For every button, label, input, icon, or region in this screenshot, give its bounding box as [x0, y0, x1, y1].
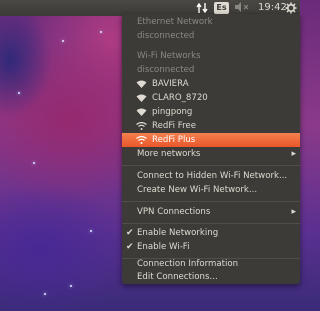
wifi-network-item[interactable]: pingpong	[122, 105, 300, 119]
connection-information-item[interactable]: Connection Information	[122, 257, 300, 271]
star	[90, 230, 92, 232]
wifi-network-label: RedFi Free	[152, 121, 196, 131]
enable-wifi-item[interactable]: ✔ Enable Wi-Fi	[122, 240, 300, 254]
checkmark-icon: ✔	[126, 228, 134, 238]
wifi-network-item[interactable]: RedFi Free	[122, 119, 300, 133]
wifi-header: Wi-Fi Networks	[122, 49, 300, 63]
wifi-network-label: pingpong	[152, 107, 193, 117]
wifi-signal-icon	[136, 136, 147, 144]
enable-wifi-label: Enable Wi-Fi	[137, 242, 190, 252]
star	[33, 162, 35, 164]
menu-separator	[122, 223, 300, 224]
more-networks-item[interactable]: More networks ▸	[122, 147, 300, 161]
edit-connections-label: Edit Connections...	[137, 272, 218, 282]
wifi-network-label: BAVIERA	[152, 79, 189, 89]
enable-networking-label: Enable Networking	[137, 228, 219, 238]
star	[18, 92, 20, 94]
wifi-network-item[interactable]: BAVIERA	[122, 77, 300, 91]
clock[interactable]: 19:42	[258, 1, 287, 15]
connect-hidden-label: Connect to Hidden Wi-Fi Network...	[137, 171, 288, 181]
edit-connections-item[interactable]: Edit Connections...	[122, 270, 300, 284]
wifi-signal-icon	[136, 108, 147, 116]
star	[62, 40, 64, 42]
ethernet-status-label: disconnected	[137, 31, 195, 41]
wifi-signal-icon	[136, 122, 147, 130]
network-menu: Ethernet Network disconnected Wi-Fi Netw…	[122, 14, 300, 284]
star	[44, 293, 46, 295]
ethernet-header-label: Ethernet Network	[137, 17, 213, 27]
wifi-network-item[interactable]: CLARO_8720	[122, 91, 300, 105]
more-networks-label: More networks	[137, 149, 201, 159]
wifi-network-item-active[interactable]: RedFi Plus	[122, 133, 300, 147]
vpn-connections-label: VPN Connections	[137, 207, 211, 217]
wifi-signal-icon	[136, 80, 147, 88]
wifi-status-label: disconnected	[137, 65, 195, 75]
network-arrows-icon[interactable]	[195, 1, 209, 15]
wifi-signal-icon	[136, 94, 147, 102]
connect-hidden-network-item[interactable]: Connect to Hidden Wi-Fi Network...	[122, 169, 300, 183]
create-new-network-item[interactable]: Create New Wi-Fi Network...	[122, 183, 300, 197]
star	[100, 31, 102, 33]
wifi-header-label: Wi-Fi Networks	[137, 51, 201, 61]
create-new-label: Create New Wi-Fi Network...	[137, 185, 258, 195]
wifi-status: disconnected	[122, 63, 300, 77]
wifi-network-label: RedFi Plus	[152, 135, 196, 145]
enable-networking-item[interactable]: ✔ Enable Networking	[122, 226, 300, 240]
chevron-right-icon: ▸	[291, 149, 296, 159]
checkmark-icon: ✔	[126, 242, 134, 252]
keyboard-layout-indicator[interactable]: Es	[214, 2, 229, 14]
volume-icon[interactable]	[234, 2, 252, 14]
ethernet-header: Ethernet Network	[122, 15, 300, 29]
vpn-connections-item[interactable]: VPN Connections ▸	[122, 205, 300, 219]
star	[70, 285, 72, 287]
menu-separator	[122, 201, 300, 202]
wifi-network-label: CLARO_8720	[152, 93, 208, 103]
ethernet-status: disconnected	[122, 29, 300, 43]
gear-icon[interactable]	[284, 1, 298, 15]
chevron-right-icon: ▸	[291, 207, 296, 217]
connection-information-label: Connection Information	[137, 259, 239, 269]
menu-separator	[122, 165, 300, 166]
